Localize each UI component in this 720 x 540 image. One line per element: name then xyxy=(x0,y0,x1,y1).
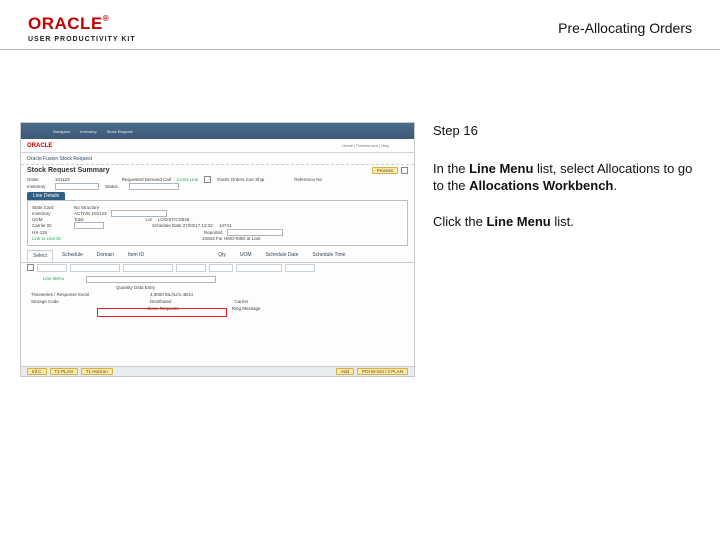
label: Close Requests xyxy=(147,306,179,311)
nav-item: Inventory xyxy=(80,129,96,134)
checkbox[interactable] xyxy=(204,176,211,183)
label: Carrier xyxy=(235,299,249,304)
cell[interactable] xyxy=(176,264,206,272)
text: list. xyxy=(551,214,574,229)
cell[interactable] xyxy=(70,264,120,272)
page-title: Pre-Allocating Orders xyxy=(558,14,696,36)
cell[interactable] xyxy=(236,264,282,272)
value: No Structure xyxy=(74,205,99,210)
value: JS815 For HMO-IMID at Last xyxy=(202,236,260,241)
label: Inventory xyxy=(32,211,72,216)
label: Storage Code xyxy=(31,299,117,304)
row-check[interactable] xyxy=(27,264,34,271)
checkbox[interactable] xyxy=(401,167,408,174)
label: Timeseries / Response Excel xyxy=(31,292,117,297)
label: Lot xyxy=(146,217,152,222)
bold-text: Line Menu xyxy=(469,161,533,176)
footer-btn[interactable]: POI M-343 / 2 PLAN xyxy=(357,368,408,375)
label: Status xyxy=(105,184,127,189)
value: 101123 xyxy=(55,177,70,182)
table-row xyxy=(21,263,414,273)
link[interactable]: Link to Line ID xyxy=(32,236,88,241)
label: Schedule Date 27/03/17 13:32 xyxy=(152,223,213,228)
value: LOGISTICS546 xyxy=(158,217,190,222)
app-screenshot: Navigator Inventory Stock Request ORACLE… xyxy=(20,122,415,377)
label: Reference No xyxy=(294,177,322,182)
text: In the xyxy=(433,161,469,176)
footer-btn[interactable]: Add xyxy=(336,368,354,375)
table-row: Line Menu xyxy=(21,275,414,284)
input[interactable] xyxy=(55,183,99,190)
label: UOM xyxy=(32,217,72,222)
col: Schedule Date xyxy=(261,250,304,262)
cell[interactable] xyxy=(209,264,233,272)
input[interactable] xyxy=(111,210,167,217)
input[interactable] xyxy=(129,183,179,190)
subtab[interactable]: Domain xyxy=(92,250,119,262)
cell[interactable] xyxy=(123,264,173,272)
label: Requested Demand Call xyxy=(122,177,171,182)
label: Ring Message xyxy=(232,306,261,311)
label xyxy=(43,285,113,290)
text: . xyxy=(613,178,617,193)
cell[interactable] xyxy=(37,264,67,272)
instruction-line-2: Click the Line Menu list. xyxy=(433,213,693,231)
breadcrumb: Oracle Fusion Stock Request xyxy=(21,153,414,165)
value: 14741 xyxy=(219,223,232,228)
upk-subline: USER PRODUCTIVITY KIT xyxy=(28,36,136,43)
label: Packs Orders Can Ship xyxy=(217,177,264,182)
bold-text: Allocations Workbench xyxy=(469,178,613,193)
step-label: Step 16 xyxy=(433,122,693,140)
col: Qty xyxy=(213,250,231,262)
cell[interactable] xyxy=(285,264,315,272)
footer-btn[interactable]: T1 Horizon xyxy=(81,368,113,375)
oracle-logo: ORACLE xyxy=(28,14,103,33)
footer-bar: Inf.C T1 PLAN T1 Horizon Add POI M-343 /… xyxy=(21,366,414,376)
footer-btn[interactable]: Inf.C xyxy=(27,368,47,375)
label: Cross Line xyxy=(177,177,199,182)
bold-text: Line Menu xyxy=(486,214,550,229)
label: Quantity Data Entry xyxy=(116,285,155,290)
label: Inventory xyxy=(27,184,53,189)
nav-item: Navigator xyxy=(53,129,70,134)
col: Schedule Time xyxy=(307,250,350,262)
value: HS-119 xyxy=(32,230,72,235)
details-panel: State Card No Structure Inventory ACTIVE… xyxy=(27,200,408,246)
instruction-panel: Step 16 In the Line Menu list, select Al… xyxy=(433,122,693,377)
subtab[interactable]: Select xyxy=(27,250,53,262)
input[interactable] xyxy=(74,222,104,229)
process-button[interactable]: Process xyxy=(372,167,398,174)
page-links: Home | Preferences | Help xyxy=(342,143,389,148)
line-menu-list[interactable] xyxy=(86,276,216,283)
active-tab[interactable]: Line Details xyxy=(27,192,65,200)
line-menu[interactable]: Line Menu xyxy=(43,276,83,283)
label: Order xyxy=(27,177,53,182)
label: Carrier ID xyxy=(32,223,72,228)
instruction-line-1: In the Line Menu list, select Allocation… xyxy=(433,160,693,195)
section-heading: Stock Request Summary xyxy=(21,165,115,176)
inner-logo: ORACLE xyxy=(27,143,52,149)
sub-tabs: Select Schedule Domain Item ID Qty UOM S… xyxy=(21,250,414,263)
text: Click the xyxy=(433,214,486,229)
col: UOM xyxy=(235,250,257,262)
top-nav-bar: Navigator Inventory Stock Request xyxy=(21,123,414,139)
subtab[interactable]: Item ID xyxy=(123,250,149,262)
value: ACTIVE 102123 xyxy=(74,211,107,216)
trademark: ® xyxy=(103,14,109,23)
label: Reported xyxy=(204,230,223,235)
header-divider xyxy=(0,49,720,50)
label: State Card xyxy=(32,205,72,210)
footer-btn[interactable]: T1 PLAN xyxy=(50,368,78,375)
input[interactable] xyxy=(227,229,283,236)
label: Distributed xyxy=(150,299,172,304)
brand-block: ORACLE® USER PRODUCTIVITY KIT xyxy=(28,14,136,43)
value: 4,0000 ML/ILI/1.4B14 xyxy=(150,292,193,297)
subtab[interactable]: Schedule xyxy=(57,250,88,262)
nav-item: Stock Request xyxy=(107,129,133,134)
